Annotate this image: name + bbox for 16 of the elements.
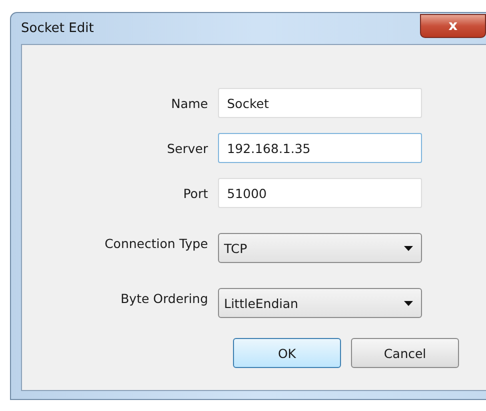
dialog-button[interactable]: OK bbox=[233, 338, 341, 368]
close-button[interactable]: x bbox=[420, 14, 486, 38]
dropdown[interactable]: TCP bbox=[218, 233, 422, 263]
window-title: Socket Edit bbox=[21, 21, 94, 36]
caret-icon bbox=[404, 246, 413, 250]
field-label: Server bbox=[166, 140, 208, 156]
field-label: Name bbox=[170, 96, 208, 110]
field-label: Byte Ordering bbox=[120, 290, 208, 306]
text-field[interactable]: 192.168.1.35 bbox=[218, 133, 422, 163]
caret-icon bbox=[404, 300, 413, 306]
dialog-button[interactable]: Cancel bbox=[351, 338, 459, 368]
field-label: Connection Type bbox=[104, 236, 208, 250]
text-field[interactable]: Socket bbox=[218, 88, 422, 118]
field-label: Port bbox=[182, 186, 208, 200]
text-field[interactable]: 51000 bbox=[218, 178, 422, 208]
dropdown[interactable]: LittleEndian bbox=[218, 288, 422, 318]
